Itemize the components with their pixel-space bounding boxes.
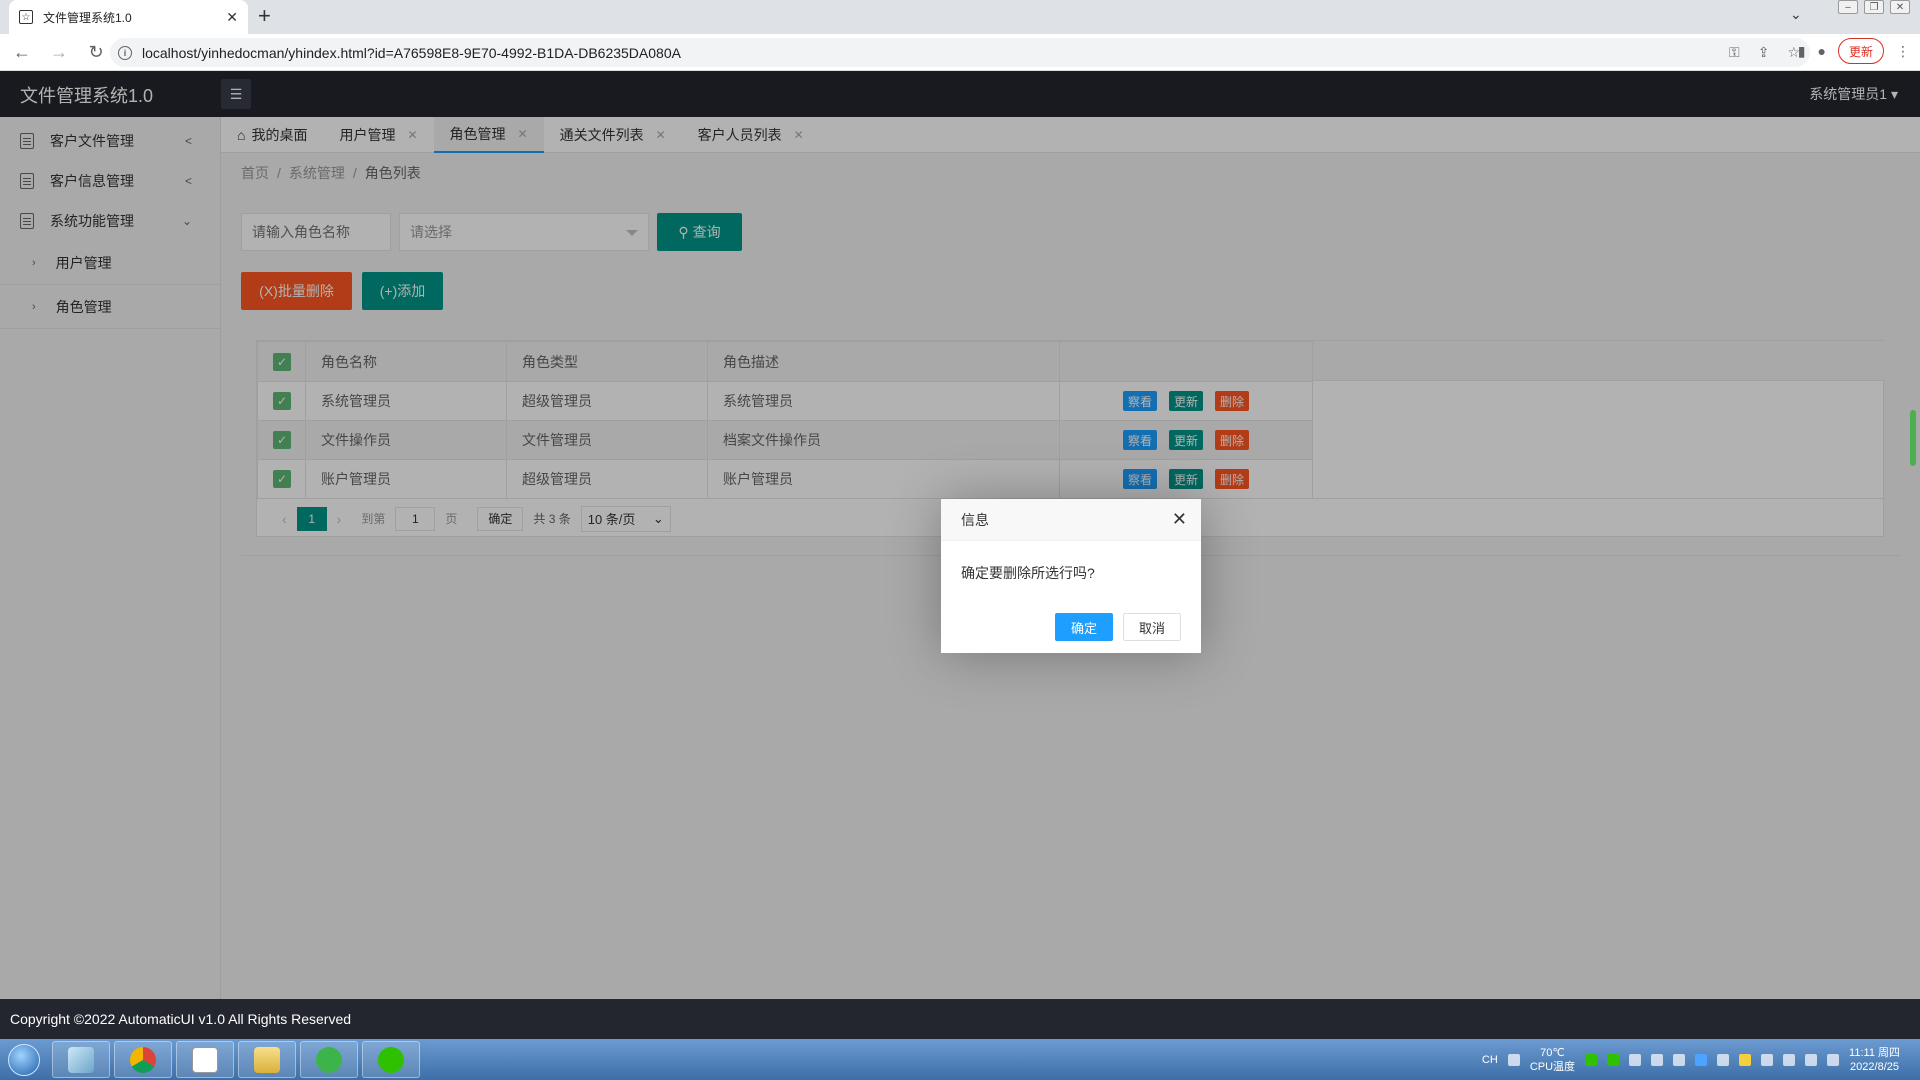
explorer-icon	[68, 1046, 94, 1073]
signal-icon[interactable]	[1805, 1053, 1818, 1066]
close-tab-icon[interactable]: ✕	[226, 9, 238, 26]
clock[interactable]: 11:11 周四 2022/8/25	[1849, 1046, 1900, 1074]
wechat-tray-icon[interactable]	[1607, 1053, 1620, 1066]
cpu-temp-value: 70℃	[1540, 1046, 1565, 1059]
start-button[interactable]	[0, 1039, 48, 1080]
browser-toolbar: ← → ↻ i localhost/yinhedocman/yhindex.ht…	[0, 34, 1920, 71]
taskbar-app-chrome[interactable]	[114, 1041, 172, 1078]
minimize-icon[interactable]: –	[1838, 0, 1858, 14]
taskbar-app-explorer[interactable]	[52, 1041, 110, 1078]
taskbar-app-wechat[interactable]	[362, 1041, 420, 1078]
profile-icon[interactable]: ●	[1818, 43, 1826, 59]
tray-app-icon[interactable]	[1585, 1053, 1598, 1066]
copyright-text: Copyright ©2022 AutomaticUI v1.0 All Rig…	[10, 1011, 352, 1027]
clock-time: 11:11 周四	[1849, 1046, 1900, 1059]
taskbar-app-text[interactable]	[176, 1041, 234, 1078]
input-language[interactable]: CH	[1482, 1054, 1498, 1066]
confirm-dialog: 信息 ✕ 确定要删除所选行吗? 确定 取消	[941, 499, 1201, 653]
update-label: 更新	[1848, 44, 1873, 59]
scrollbar-thumb[interactable]	[1910, 410, 1916, 466]
network-icon[interactable]	[1673, 1053, 1686, 1066]
dialog-message: 确定要删除所选行吗?	[961, 565, 1095, 581]
clock-date: 2022/8/25	[1850, 1060, 1899, 1073]
side-panel-icon[interactable]: ▮	[1798, 43, 1806, 60]
windows-logo-icon	[8, 1043, 40, 1076]
keyboard-icon[interactable]	[1507, 1053, 1520, 1066]
tray-app-icon[interactable]	[1717, 1053, 1730, 1066]
tab-search-icon[interactable]: ⌄	[1790, 6, 1802, 23]
new-tab-icon[interactable]: +	[258, 3, 271, 29]
dialog-cancel-button[interactable]: 取消	[1122, 613, 1181, 641]
close-icon[interactable]: ✕	[1172, 509, 1187, 530]
folder-icon	[254, 1046, 280, 1073]
taskbar-app-folder[interactable]	[238, 1041, 296, 1078]
url-text: localhost/yinhedocman/yhindex.html?id=A7…	[142, 44, 681, 61]
text-editor-icon	[192, 1046, 218, 1073]
chrome-icon	[130, 1046, 156, 1073]
share-icon[interactable]: ⇪	[1758, 44, 1770, 61]
address-bar[interactable]: i localhost/yinhedocman/yhindex.html?id=…	[110, 38, 1810, 67]
browser-tabstrip: ☆ 文件管理系统1.0 ✕ + ⌄ – ❐ ✕	[0, 0, 1920, 34]
dialog-ok-button[interactable]: 确定	[1054, 613, 1113, 641]
volume-icon[interactable]	[1783, 1053, 1796, 1066]
app-footer: Copyright ©2022 AutomaticUI v1.0 All Rig…	[0, 999, 1920, 1039]
wechat-icon	[378, 1046, 404, 1073]
tray-app-icon[interactable]	[1629, 1053, 1642, 1066]
chrome-update-button[interactable]: 更新	[1837, 38, 1884, 64]
tray-app-icon[interactable]	[1651, 1053, 1664, 1066]
cpu-temp: 70℃ CPU温度	[1530, 1046, 1575, 1074]
os-taskbar: CH 70℃ CPU温度 11:11 周四 2022/8/25	[0, 1039, 1920, 1080]
ie-icon	[316, 1046, 342, 1073]
site-favicon-icon: ☆	[19, 10, 33, 24]
window-controls: – ❐ ✕	[1838, 0, 1910, 14]
more-menu-icon[interactable]: ⋮	[1896, 43, 1910, 60]
shield-icon[interactable]	[1695, 1053, 1708, 1066]
close-window-icon[interactable]: ✕	[1890, 0, 1910, 14]
cpu-temp-label: CPU温度	[1529, 1060, 1576, 1073]
forward-icon[interactable]: →	[44, 42, 74, 63]
tray-app-icon[interactable]	[1739, 1053, 1752, 1066]
restore-icon[interactable]: ❐	[1864, 0, 1884, 14]
site-info-icon[interactable]: i	[118, 45, 132, 60]
system-tray: CH 70℃ CPU温度 11:11 周四 2022/8/25	[1482, 1039, 1900, 1080]
speaker-icon[interactable]	[1827, 1053, 1840, 1066]
security-icon[interactable]	[1761, 1053, 1774, 1066]
browser-tab-title: 文件管理系统1.0	[43, 10, 132, 25]
browser-tab[interactable]: ☆ 文件管理系统1.0 ✕	[9, 0, 248, 34]
reload-icon[interactable]: ↻	[81, 42, 111, 63]
taskbar-app-ie[interactable]	[300, 1041, 358, 1078]
back-icon[interactable]: ←	[7, 42, 37, 63]
dialog-title: 信息	[941, 499, 1201, 541]
key-icon[interactable]: ⚿	[1729, 44, 1740, 61]
